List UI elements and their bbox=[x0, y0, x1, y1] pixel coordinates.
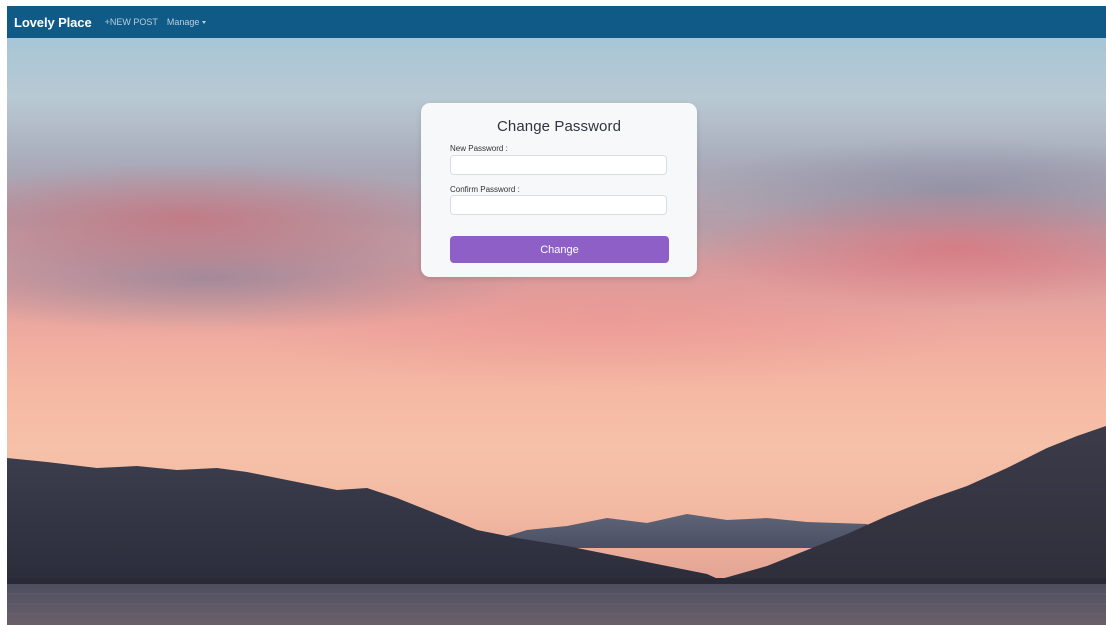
new-password-input[interactable] bbox=[450, 155, 667, 175]
app-frame: Lovely Place +NEW POST Manage Change Pas… bbox=[7, 6, 1106, 625]
confirm-password-label: Confirm Password : bbox=[450, 185, 520, 194]
top-navbar: Lovely Place +NEW POST Manage bbox=[7, 6, 1106, 38]
manage-label: Manage bbox=[166, 17, 200, 27]
new-post-label: +NEW POST bbox=[104, 17, 158, 27]
change-password-card: Change Password New Password : Confirm P… bbox=[421, 103, 697, 277]
caret-down-icon bbox=[202, 21, 207, 24]
confirm-password-input[interactable] bbox=[450, 195, 667, 215]
manage-dropdown[interactable]: Manage bbox=[167, 17, 207, 27]
card-title: Change Password bbox=[496, 118, 622, 135]
new-post-link[interactable]: +NEW POST bbox=[105, 17, 158, 27]
brand-link[interactable]: Lovely Place bbox=[14, 15, 92, 30]
new-password-label: New Password : bbox=[450, 144, 508, 153]
change-button[interactable]: Change bbox=[450, 236, 669, 263]
